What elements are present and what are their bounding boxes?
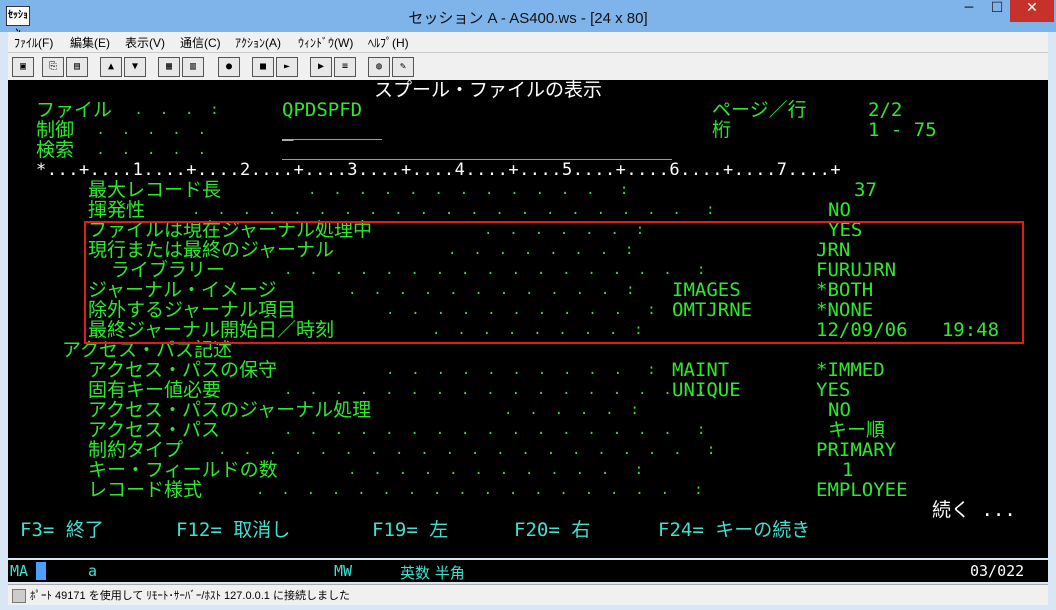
row-value: キー順 [828, 419, 886, 441]
status-mw: MW [334, 562, 353, 580]
page-label: ページ／行 [712, 99, 807, 121]
paste-icon[interactable]: ▤ [66, 57, 88, 77]
menu-action[interactable]: ｱｸｼｮﾝ(A) [235, 34, 281, 51]
title-bar: ｾｯｼｮﾝ セッション A - AS400.ws - [24 x 80] ─ ☐… [0, 0, 1056, 39]
row-label: 最大レコード長 [88, 179, 222, 201]
file-dots: . . . : [126, 102, 219, 118]
cursor-indicator [36, 562, 46, 580]
window-title: セッション A - AS400.ws - [24 x 80] [408, 10, 648, 27]
row-label: キー・フィールドの数 [88, 459, 278, 481]
menu-edit[interactable]: 編集(E) [70, 34, 110, 51]
row-keyword: MAINT [672, 359, 730, 381]
fkey-f19[interactable]: F19= 左 [372, 520, 448, 540]
row-dots: . . . . . . . . . . . . . . . . . : [256, 482, 703, 498]
control-label: 制御 [36, 119, 75, 141]
row-label: レコード様式 [88, 479, 203, 501]
screen-title: スプール・ファイルの表示 [374, 80, 603, 101]
row-label: アクセス・パスのジャーナル処理 [88, 399, 372, 421]
macro-run-icon[interactable]: ▶ [310, 57, 332, 77]
edit-icon[interactable]: ✎ [392, 57, 414, 77]
fkey-f12[interactable]: F12= 取消し [176, 520, 290, 540]
display-icon[interactable]: ▦ [158, 57, 180, 77]
menu-bar: ﾌｧｲﾙ(F) 編集(E) 表示(V) 通信(C) ｱｸｼｮﾝ(A) ｳｨﾝﾄﾞ… [8, 32, 1048, 52]
terminal-screen[interactable]: スプール・ファイルの表示 ファイル . . . : QPDSPFD ページ／行 … [8, 80, 1048, 558]
row-label: アクセス・パス [88, 419, 221, 441]
keyboard-icon[interactable]: ▥ [182, 57, 204, 77]
row-dots: . . . . . . . . . . . . . . . . . . . . … [192, 202, 715, 218]
row-value: NO [828, 399, 851, 421]
status-a: a [88, 562, 98, 580]
minimize-button[interactable]: ─ [954, 0, 984, 22]
row-label: 制約タイプ [88, 439, 184, 461]
copy-icon[interactable]: ⎘ [42, 57, 64, 77]
cursor-position: 03/022 [970, 562, 1025, 580]
web-icon[interactable]: ◍ [368, 57, 390, 77]
fkey-f20[interactable]: F20= 右 [514, 520, 590, 540]
column-label: 桁 [712, 119, 732, 141]
macro-play-icon[interactable]: ► [276, 57, 298, 77]
page-value: 2/2 [868, 99, 903, 121]
search-label: 検索 [36, 139, 75, 161]
row-label: 固有キー値必要 [88, 379, 222, 401]
send-icon[interactable]: ▲ [100, 57, 122, 77]
row-value: YES [816, 379, 851, 401]
macro-stop-icon[interactable]: ■ [252, 57, 274, 77]
row-dots: . . . . . . . . . . : [386, 362, 656, 378]
menu-window[interactable]: ｳｨﾝﾄﾞｳ(W) [298, 34, 353, 51]
emulator-window: ｾｯｼｮﾝ セッション A - AS400.ws - [24 x 80] ─ ☐… [0, 0, 1056, 610]
row-value: *IMMED [816, 359, 885, 381]
operator-info-area: MA a MW 英数 半角 03/022 [8, 560, 1048, 582]
search-dots: . . . . . [88, 142, 207, 158]
file-value: QPDSPFD [282, 99, 363, 121]
fkey-f3[interactable]: F3= 終了 [20, 520, 104, 540]
status-ma: MA [10, 562, 29, 580]
macro-list-icon[interactable]: ≡ [334, 57, 356, 77]
print-screen-icon[interactable]: ▣ [12, 57, 34, 77]
row-dots: . . . . . . . . . . . . : [308, 182, 629, 198]
connection-message: ﾎﾟｰﾄ 49171 を使用して ﾘﾓｰﾄ･ｻｰﾊﾞｰ/ﾎｽﾄ 127.0.0.… [30, 590, 350, 602]
control-input[interactable]: _ [282, 120, 382, 140]
row-value: NO [828, 199, 851, 221]
menu-file[interactable]: ﾌｧｲﾙ(F) [14, 34, 53, 51]
maximize-button[interactable]: ☐ [982, 0, 1012, 22]
menu-communication[interactable]: 通信(C) [180, 34, 221, 51]
control-dots: . . . . . [88, 122, 207, 138]
more-indicator: 続く ... [932, 499, 1016, 521]
row-dots: . . . . . . . . . . . . . . . . : [284, 382, 706, 398]
fkey-f24[interactable]: F24= キーの続き [658, 520, 810, 540]
row-value: 1 [842, 459, 854, 481]
macro-record-icon[interactable]: ● [218, 57, 240, 77]
menu-view[interactable]: 表示(V) [125, 34, 165, 51]
row-value: EMPLOYEE [816, 479, 908, 501]
row-dots: . . . . . . . . . . . . . . . . : [284, 422, 706, 438]
receive-icon[interactable]: ▼ [124, 57, 146, 77]
close-button[interactable]: ✕ [1010, 0, 1054, 22]
toolbar: ▣ ⎘ ▤ ▲ ▼ ▦ ▥ ● ■ ► ▶ ≡ ◍ ✎ [8, 52, 1048, 81]
row-label: 揮発性 [88, 199, 146, 221]
search-input[interactable] [282, 140, 672, 160]
column-ruler: *...+....1....+....2....+....3....+....4… [36, 160, 842, 180]
connection-icon [12, 589, 26, 603]
row-dots: . . . . . . . . . . . : [348, 462, 644, 478]
file-label: ファイル [36, 99, 113, 121]
connection-status-bar: ﾎﾟｰﾄ 49171 を使用して ﾘﾓｰﾄ･ｻｰﾊﾞｰ/ﾎｽﾄ 127.0.0.… [8, 584, 1048, 605]
row-keyword: UNIQUE [672, 379, 741, 401]
input-mode: 英数 半角 [400, 564, 465, 582]
menu-help[interactable]: ﾍﾙﾌﾟ(H) [368, 34, 409, 51]
row-value: 37 [854, 179, 877, 201]
row-value: PRIMARY [816, 439, 897, 461]
column-value: 1 - 75 [868, 119, 937, 141]
row-dots: . . . . . . . . . . . . . . . . . . . : [218, 442, 716, 458]
row-dots: . . . . . : [504, 402, 639, 418]
highlight-box [84, 221, 1024, 344]
row-label: アクセス・パスの保守 [88, 359, 278, 381]
